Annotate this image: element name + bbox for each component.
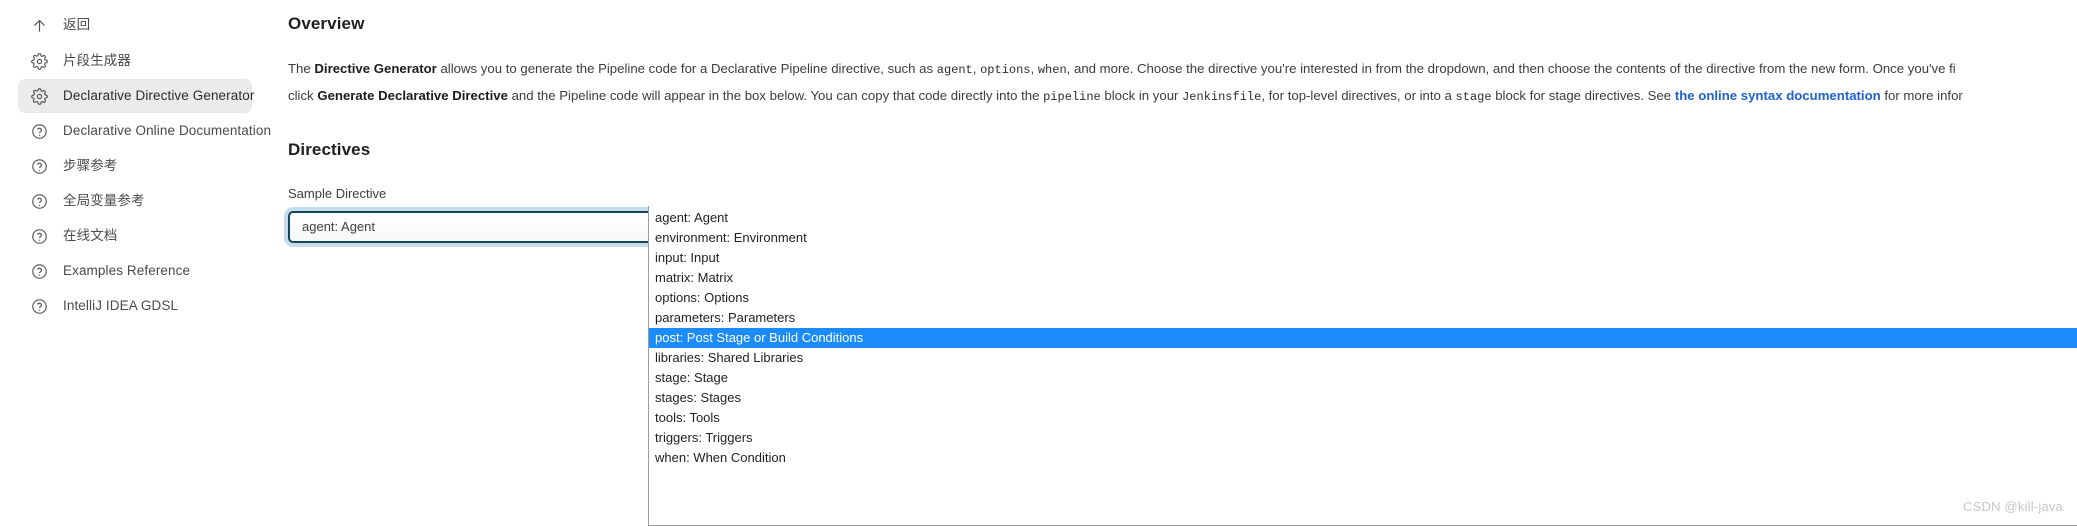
sidebar-item-snippet-generator[interactable]: 片段生成器	[18, 44, 252, 78]
sidebar-item-label: 片段生成器	[63, 53, 131, 69]
sidebar-item-online-documentation[interactable]: 在线文档	[18, 219, 252, 253]
dropdown-option[interactable]: post: Post Stage or Build Conditions	[649, 328, 2077, 348]
sidebar-item-label: 在线文档	[63, 228, 118, 244]
text-fragment: ,	[1030, 61, 1038, 77]
dropdown-option[interactable]: input: Input	[649, 248, 2077, 268]
overview-paragraph-line-2: click Generate Declarative Directive and…	[288, 83, 2077, 110]
sidebar-item-label: IntelliJ IDEA GDSL	[63, 298, 179, 314]
text-bold-generate-declarative-directive: Generate Declarative Directive	[317, 88, 508, 104]
sidebar-item-examples-reference[interactable]: Examples Reference	[18, 254, 252, 288]
text-fragment: , for top-level directives, or into a	[1261, 88, 1456, 104]
watermark: CSDN @kill-java	[1963, 499, 2063, 514]
sidebar-item-declarative-directive-generator[interactable]: Declarative Directive Generator	[18, 79, 255, 113]
arrow-up-icon	[30, 16, 49, 35]
dropdown-option[interactable]: stage: Stage	[649, 368, 2077, 388]
question-circle-icon	[30, 157, 49, 176]
text-fragment: ,	[972, 61, 981, 77]
sidebar-item-label: Examples Reference	[63, 263, 191, 279]
sidebar-item-label: 返回	[63, 17, 91, 33]
sample-directive-label: Sample Directive	[288, 185, 387, 201]
question-circle-icon	[30, 122, 49, 141]
sidebar-item-label: Declarative Directive Generator	[63, 88, 255, 104]
app-root: 返回 片段生成器 Declarative Directive Generator…	[0, 0, 2077, 526]
sidebar-item-steps-reference[interactable]: 步骤参考	[18, 149, 252, 183]
sidebar-item-back[interactable]: 返回	[18, 8, 252, 42]
sidebar-item-label: 步骤参考	[63, 158, 118, 174]
dropdown-option[interactable]: when: When Condition	[649, 448, 2077, 468]
main-content: Overview The Directive Generator allows …	[270, 0, 2077, 526]
text-fragment: block in your	[1100, 88, 1183, 104]
dropdown-option[interactable]: options: Options	[649, 288, 2077, 308]
gear-icon	[30, 52, 49, 71]
dropdown-option[interactable]: environment: Environment	[649, 228, 2077, 248]
question-circle-icon	[30, 192, 49, 211]
question-circle-icon	[30, 297, 49, 316]
code-options: options	[980, 63, 1031, 78]
text-fragment: and the Pipeline code will appear in the…	[507, 88, 1044, 104]
text-fragment: click	[288, 88, 318, 104]
overview-paragraph-line-1: The Directive Generator allows you to ge…	[288, 56, 2077, 83]
question-circle-icon	[30, 262, 49, 281]
sidebar-item-label: Declarative Online Documentation	[63, 123, 272, 139]
sample-directive-selected-value: agent: Agent	[302, 219, 376, 235]
page-title-directives: Directives	[288, 140, 371, 160]
sidebar: 返回 片段生成器 Declarative Directive Generator…	[0, 0, 271, 526]
gear-icon	[30, 87, 49, 106]
code-agent: agent	[936, 63, 973, 78]
question-circle-icon	[30, 227, 49, 246]
text-fragment: for more infor	[1880, 88, 1963, 104]
code-stage: stage	[1455, 90, 1492, 105]
dropdown-option[interactable]: agent: Agent	[649, 208, 2077, 228]
dropdown-option[interactable]: matrix: Matrix	[649, 268, 2077, 288]
sidebar-item-intellij-idea-gdsl[interactable]: IntelliJ IDEA GDSL	[18, 289, 252, 323]
sample-directive-dropdown-list[interactable]: agent: Agent environment: Environment inpu…	[648, 206, 2077, 526]
code-jenkinsfile: Jenkinsfile	[1182, 90, 1262, 105]
link-online-syntax-documentation[interactable]: the online syntax documentation	[1675, 88, 1881, 103]
dropdown-option[interactable]: parameters: Parameters	[649, 308, 2077, 328]
dropdown-option[interactable]: tools: Tools	[649, 408, 2077, 428]
code-pipeline: pipeline	[1043, 90, 1101, 105]
dropdown-option[interactable]: triggers: Triggers	[649, 428, 2077, 448]
text-fragment: block for stage directives. See	[1491, 88, 1675, 104]
page-title-overview: Overview	[288, 14, 365, 33]
sidebar-item-declarative-online-documentation[interactable]: Declarative Online Documentation	[18, 114, 271, 148]
dropdown-option[interactable]: libraries: Shared Libraries	[649, 348, 2077, 368]
text-bold-directive-generator: Directive Generator	[314, 61, 437, 77]
dropdown-option[interactable]: stages: Stages	[649, 388, 2077, 408]
sidebar-item-global-variable-reference[interactable]: 全局变量参考	[18, 184, 252, 218]
text-fragment: The	[288, 61, 315, 77]
code-when: when	[1037, 63, 1067, 78]
sidebar-item-label: 全局变量参考	[63, 193, 145, 209]
text-fragment: allows you to generate the Pipeline code…	[436, 61, 937, 77]
text-fragment: , and more. Choose the directive you're …	[1066, 61, 1956, 77]
